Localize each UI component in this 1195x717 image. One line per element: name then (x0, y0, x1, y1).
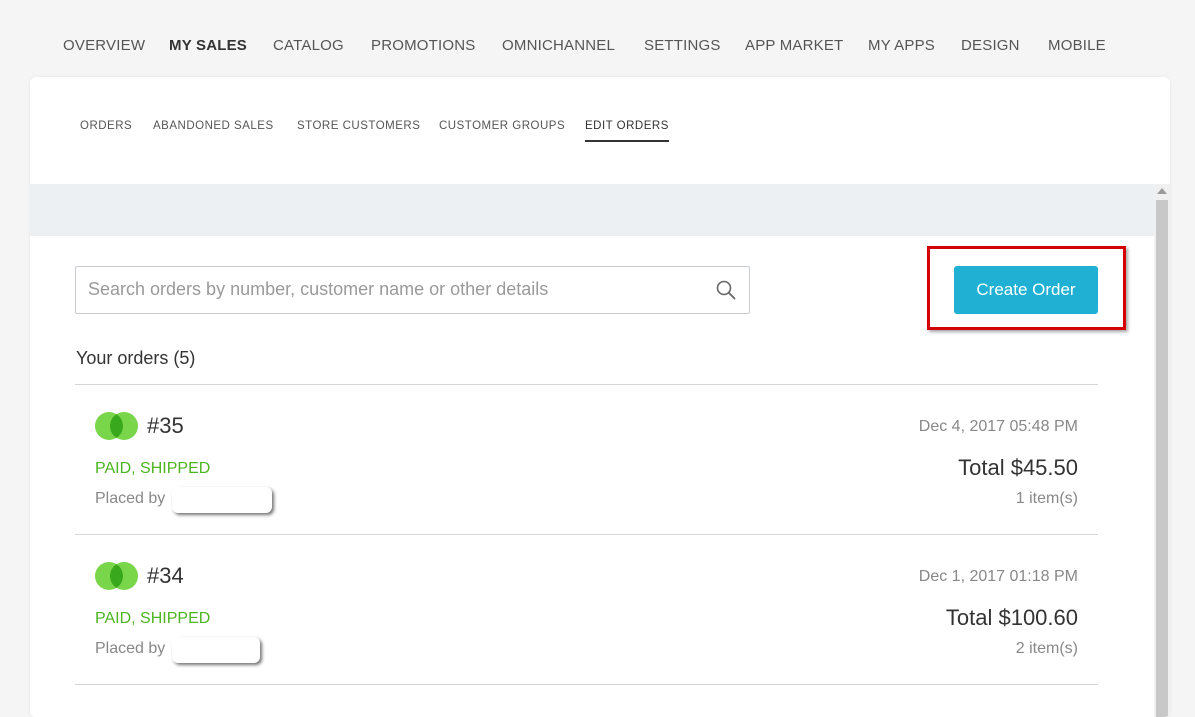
main-card: ORDERS ABANDONED SALES STORE CUSTOMERS C… (30, 77, 1170, 717)
order-row[interactable]: #35 Dec 4, 2017 05:48 PM PAID, SHIPPED T… (75, 385, 1098, 535)
search-icon[interactable] (716, 280, 736, 300)
top-nav-my-apps[interactable]: MY APPS (868, 37, 935, 54)
placed-by-label: Placed by (95, 490, 166, 507)
top-nav-promotions[interactable]: PROMOTIONS (371, 37, 476, 54)
order-status-icon (95, 412, 138, 440)
orders-heading: Your orders (5) (76, 348, 196, 368)
order-status: PAID, SHIPPED (95, 610, 211, 627)
search-box (75, 266, 750, 314)
tab-store-customers[interactable]: STORE CUSTOMERS (297, 120, 420, 140)
scroll-thumb[interactable] (1156, 200, 1168, 717)
placed-by-label: Placed by (95, 640, 166, 657)
customer-name-redacted (172, 637, 260, 663)
order-date: Dec 1, 2017 01:18 PM (918, 568, 1078, 585)
create-order-button[interactable]: Create Order (954, 266, 1098, 314)
search-input[interactable] (76, 267, 720, 311)
tab-abandoned-sales[interactable]: ABANDONED SALES (153, 120, 274, 140)
order-total: Total $45.50 (958, 455, 1078, 480)
order-item-count: 2 item(s) (1015, 640, 1078, 657)
order-number[interactable]: #35 (147, 413, 184, 439)
divider (75, 684, 1098, 685)
customer-name-redacted (172, 487, 272, 513)
tab-orders[interactable]: ORDERS (80, 120, 132, 140)
sub-nav: ORDERS ABANDONED SALES STORE CUSTOMERS C… (30, 77, 1170, 184)
top-nav-overview[interactable]: OVERVIEW (63, 37, 145, 54)
top-nav-my-sales[interactable]: MY SALES (169, 37, 247, 54)
order-status: PAID, SHIPPED (95, 460, 211, 477)
top-nav-design[interactable]: DESIGN (961, 37, 1020, 54)
orders-panel: Create Order Your orders (5) #35 Dec 4, … (30, 236, 1142, 717)
top-nav-omnichannel[interactable]: OMNICHANNEL (502, 37, 615, 54)
top-nav-settings[interactable]: SETTINGS (644, 37, 721, 54)
order-date: Dec 4, 2017 05:48 PM (918, 418, 1078, 435)
vertical-scrollbar[interactable] (1154, 184, 1170, 717)
scroll-up-arrow-icon[interactable] (1157, 188, 1167, 194)
tab-edit-orders[interactable]: EDIT ORDERS (585, 120, 669, 142)
top-nav: OVERVIEW MY SALES CATALOG PROMOTIONS OMN… (0, 0, 1195, 78)
section-band (30, 184, 1170, 236)
tab-customer-groups[interactable]: CUSTOMER GROUPS (439, 120, 565, 140)
top-nav-mobile[interactable]: MOBILE (1048, 37, 1106, 54)
order-item-count: 1 item(s) (1015, 490, 1078, 507)
order-number[interactable]: #34 (147, 563, 184, 589)
order-total: Total $100.60 (945, 605, 1078, 630)
top-nav-app-market[interactable]: APP MARKET (745, 37, 843, 54)
top-nav-catalog[interactable]: CATALOG (273, 37, 344, 54)
order-status-icon (95, 562, 138, 590)
order-row[interactable]: #34 Dec 1, 2017 01:18 PM PAID, SHIPPED T… (75, 535, 1098, 685)
